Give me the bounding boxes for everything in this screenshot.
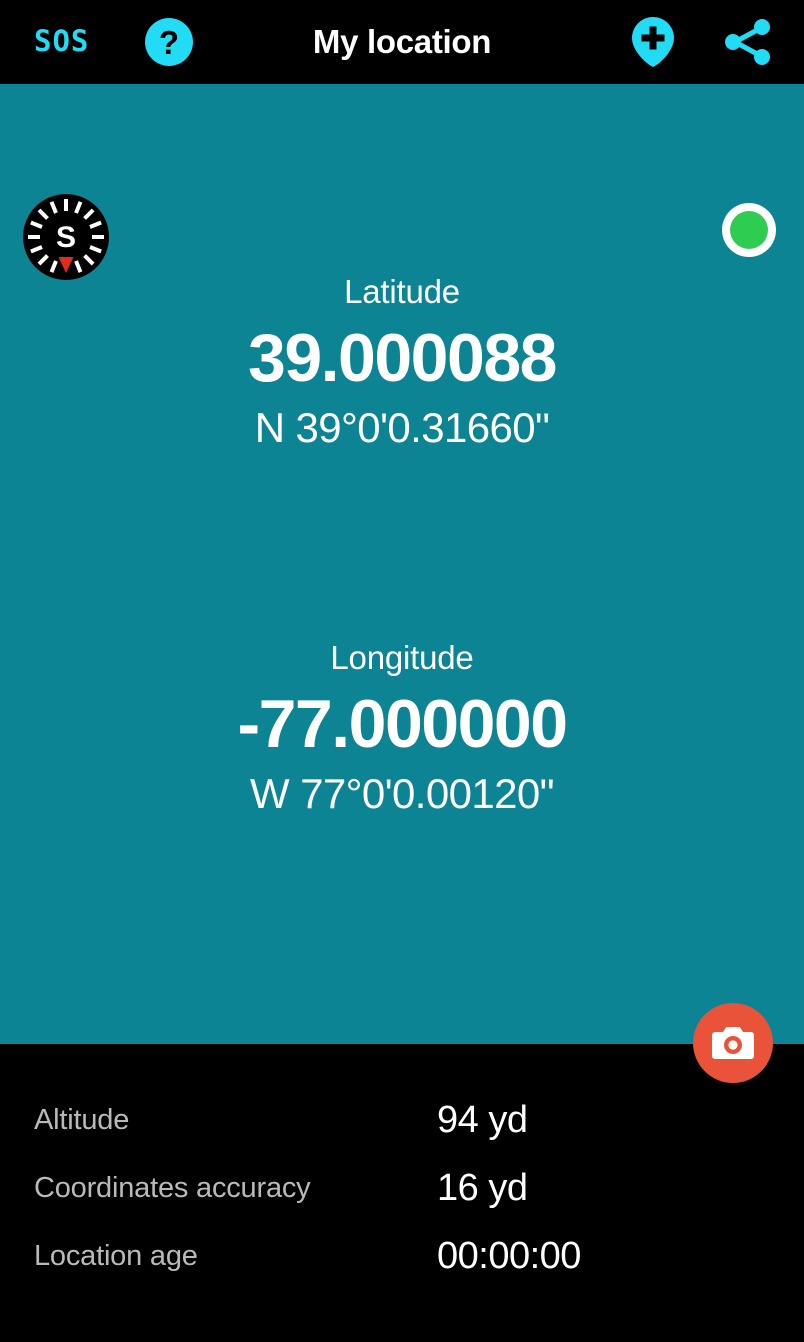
latitude-value: 39.000088 bbox=[248, 320, 557, 396]
latitude-block[interactable]: Latitude 39.000088 N 39°0'0.31660" bbox=[0, 270, 804, 454]
coordinates-panel: S Latitude 39.000088 N 39°0'0.31660" Lon… bbox=[0, 84, 804, 1044]
table-row[interactable]: Altitude 94 yd bbox=[0, 1098, 804, 1166]
table-row[interactable]: Coordinates accuracy 16 yd bbox=[0, 1166, 804, 1234]
longitude-label: Longitude bbox=[330, 639, 474, 676]
location-details-list: Altitude 94 yd Coordinates accuracy 16 y… bbox=[0, 1044, 804, 1342]
altitude-value: 94 yd bbox=[437, 1099, 528, 1141]
camera-button[interactable] bbox=[693, 1003, 773, 1083]
location-age-label: Location age bbox=[34, 1240, 198, 1272]
gps-status-dot-icon bbox=[730, 211, 768, 249]
my-location-screen: SOS ? My location S Latitude 39.000088 N… bbox=[0, 0, 804, 1342]
page-title: My location bbox=[312, 23, 492, 60]
camera-icon bbox=[712, 1027, 754, 1059]
compass-widget[interactable]: S bbox=[23, 194, 109, 280]
add-location-pin-icon bbox=[632, 17, 674, 67]
longitude-dms: W 77°0'0.00120" bbox=[250, 770, 555, 817]
coordinates-accuracy-label: Coordinates accuracy bbox=[34, 1172, 311, 1204]
longitude-block[interactable]: Longitude -77.000000 W 77°0'0.00120" bbox=[0, 636, 804, 820]
latitude-label: Latitude bbox=[344, 273, 460, 310]
add-location-pin-button[interactable] bbox=[628, 16, 678, 68]
app-bar: SOS ? My location bbox=[0, 0, 804, 84]
gps-status-indicator bbox=[722, 203, 776, 257]
share-button[interactable] bbox=[720, 16, 774, 68]
altitude-label: Altitude bbox=[34, 1104, 130, 1136]
compass-icon: S bbox=[23, 194, 109, 280]
svg-text:S: S bbox=[56, 221, 76, 254]
location-age-value: 00:00:00 bbox=[437, 1235, 581, 1277]
coordinates-accuracy-value: 16 yd bbox=[437, 1167, 528, 1209]
longitude-value: -77.000000 bbox=[237, 686, 568, 762]
share-icon bbox=[725, 19, 770, 65]
latitude-dms: N 39°0'0.31660" bbox=[254, 404, 550, 451]
table-row[interactable]: Location age 00:00:00 bbox=[0, 1234, 804, 1302]
